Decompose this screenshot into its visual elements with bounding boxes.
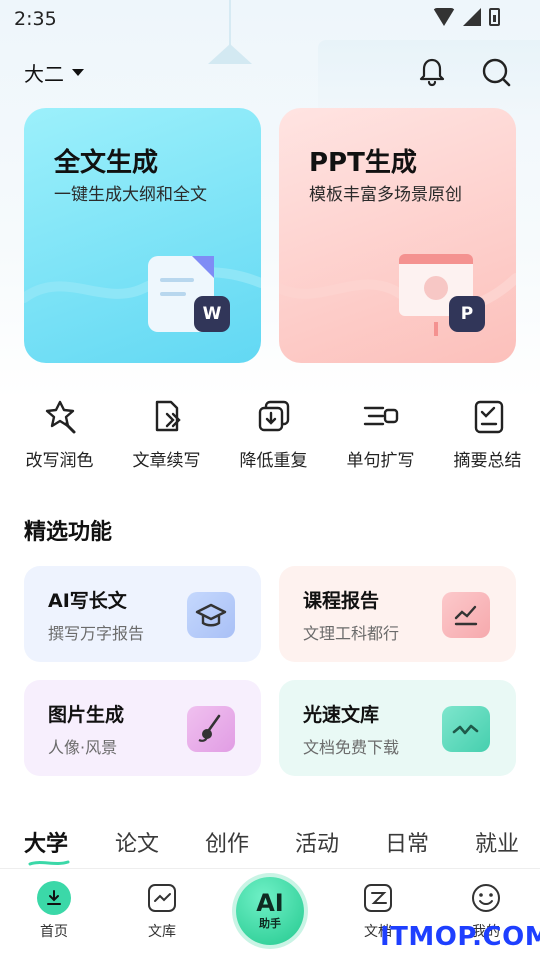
bell-icon[interactable] [416,56,448,88]
ai-button-sublabel: 助手 [259,917,281,930]
download-icon [37,881,71,915]
summary-icon [474,400,503,434]
feature-title: 图片生成 [48,704,125,726]
feature-ai-long-article[interactable]: AI写长文 撰写万字报告 [24,566,261,662]
signal-icon [463,8,481,26]
feature-subtitle: 文理工科都行 [303,624,400,643]
feature-title: 光速文库 [303,704,380,726]
paint-brush-icon [187,706,235,752]
tool-rewrite[interactable]: 改写润色 [7,396,112,476]
chart-board-icon [442,592,490,638]
tool-label: 摘要总结 [453,451,522,471]
feature-subtitle: 撰写万字报告 [48,624,145,643]
feature-title: 课程报告 [303,590,380,612]
status-icons [433,8,500,26]
nav-label: 首页 [40,924,68,940]
tab-daily[interactable]: 日常 [385,826,429,858]
smiley-icon [472,884,500,912]
nav-home[interactable]: 首页 [14,881,94,941]
tab-creation[interactable]: 创作 [205,826,249,858]
ppt-badge: P [449,296,485,332]
caret-down-icon [72,69,84,76]
rewrite-icon [45,400,75,434]
feature-course-report[interactable]: 课程报告 文理工科都行 [279,566,516,662]
status-bar: 2:35 [0,0,540,36]
card-subtitle: 模板丰富多场景原创 [309,185,462,205]
card-title: 全文生成 [54,148,159,178]
feature-title: AI写长文 [48,590,127,612]
wifi-icon [433,8,455,26]
nav-library[interactable]: 文库 [122,881,202,941]
tool-label: 改写润色 [25,451,94,471]
tab-employment[interactable]: 就业 [475,826,519,858]
quick-tools: 改写润色 文章续写 降低重复 单句扩写 摘要总结 [0,396,540,476]
lamp-shade-decoration [208,44,252,64]
word-badge: W [194,296,230,332]
category-tabs: 大学 论文 创作 活动 日常 就业 [0,826,540,866]
feature-light-library[interactable]: 光速文库 文档免费下载 [279,680,516,776]
full-text-generation-card[interactable]: 全文生成 一键生成大纲和全文 W [24,108,261,363]
tab-university[interactable]: 大学 [24,826,68,858]
grade-label: 大二 [24,62,64,86]
featured-section-title: 精选功能 [24,520,113,545]
ai-button-label: AI [256,889,284,917]
ai-assistant-button[interactable]: AI 助手 [236,877,304,945]
card-subtitle: 一键生成大纲和全文 [54,185,207,205]
tool-expand-sentence[interactable]: 单句扩写 [328,396,433,476]
expand-sentence-icon [363,406,398,426]
tool-label: 单句扩写 [346,451,415,471]
feature-image-generation[interactable]: 图片生成 人像·风景 [24,680,261,776]
graduation-cap-icon [187,592,235,638]
tool-reduce-duplicate[interactable]: 降低重复 [221,396,326,476]
tool-label: 文章续写 [132,451,201,471]
ppt-generation-card[interactable]: PPT生成 模板丰富多场景原创 P [279,108,516,363]
card-title: PPT生成 [309,148,417,178]
tab-activity[interactable]: 活动 [295,826,339,858]
continue-writing-icon [155,400,181,432]
folder-icon [442,706,490,752]
tab-thesis[interactable]: 论文 [115,826,159,858]
battery-icon [489,8,500,26]
search-icon[interactable] [480,56,512,88]
tool-label: 降低重复 [239,451,308,471]
tool-continue-writing[interactable]: 文章续写 [114,396,219,476]
nav-label: 文库 [148,924,176,940]
document-icon [364,884,392,912]
tool-summary[interactable]: 摘要总结 [435,396,540,476]
grade-selector[interactable]: 大二 [24,58,84,87]
reduce-duplicate-icon [258,400,289,432]
feature-subtitle: 人像·风景 [48,738,118,757]
library-icon [148,884,176,912]
feature-subtitle: 文档免费下载 [303,738,400,757]
active-tab-indicator [28,860,70,866]
watermark-text: ITMOP.COM [380,922,540,952]
status-time: 2:35 [14,8,57,30]
